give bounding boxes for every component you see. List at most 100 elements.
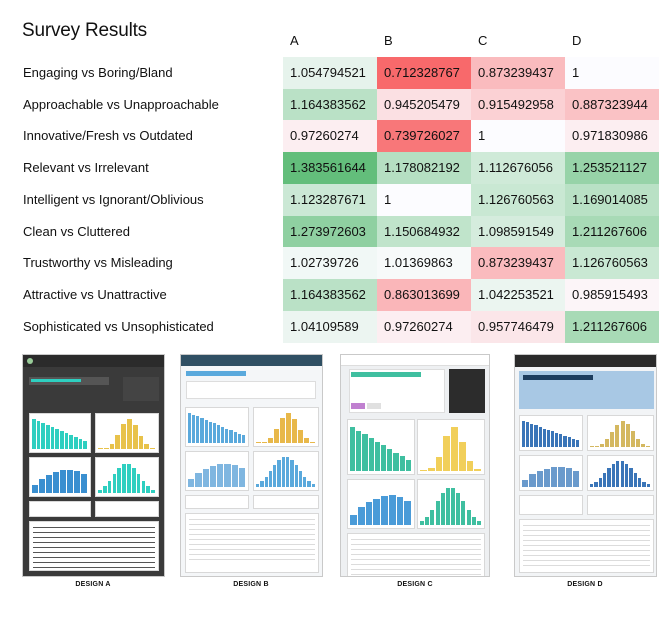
thumbnail-bar xyxy=(396,497,404,525)
thumbnail-bar xyxy=(233,432,237,443)
thumbnail-bar xyxy=(136,474,141,493)
thumbnail-table-line xyxy=(33,542,155,543)
thumbnail-bar xyxy=(290,460,294,487)
table-cell: 1.01369863 xyxy=(377,247,471,280)
thumbnail-bar xyxy=(224,464,231,487)
thumbnail-table-line xyxy=(351,574,481,575)
thumbnail-table-line xyxy=(189,529,315,530)
thumbnail-table-line xyxy=(351,544,481,545)
row-label: Relevant vs Irrelevant xyxy=(23,160,149,176)
table-cell: 1.211267606 xyxy=(565,215,659,248)
table-cell: 1.164383562 xyxy=(283,88,377,121)
thumbnail-bar xyxy=(458,442,466,471)
table-cell: 0.985915493 xyxy=(565,278,659,312)
thumbnail-bar xyxy=(624,464,629,487)
thumbnail-bar xyxy=(53,472,59,493)
thumbnail-bar xyxy=(610,432,615,447)
thumbnail-bar xyxy=(404,501,411,525)
thumbnail-bar xyxy=(362,434,368,471)
thumbnail-bar xyxy=(209,466,216,487)
thumbnail-bar xyxy=(229,430,233,443)
thumbnail-bar xyxy=(575,440,579,447)
table-cell: 0.971830986 xyxy=(565,120,659,153)
thumbnail-bar xyxy=(60,470,66,493)
table-cell: 1.126760563 xyxy=(565,247,659,280)
table-cell: 1.178082192 xyxy=(377,152,471,185)
thumbnail-bar xyxy=(103,448,109,449)
thumbnail-bar xyxy=(616,461,620,487)
thumbnail-bar xyxy=(32,485,38,493)
table-cell: 1.04109589 xyxy=(283,310,377,343)
thumbnail-bar xyxy=(645,446,650,447)
table-cell: 0.712328767 xyxy=(377,57,471,90)
thumbnail-bar xyxy=(471,517,476,525)
thumbnail-bar xyxy=(264,477,268,487)
thumbnail-bar xyxy=(640,444,645,447)
thumbnail-bar xyxy=(381,445,387,471)
row-label: Trustworthy vs Misleading xyxy=(23,255,173,271)
thumbnail-bar xyxy=(555,433,559,447)
thumbnail-bar xyxy=(36,421,41,449)
thumbnail-bar xyxy=(146,486,151,493)
thumbnail-bar xyxy=(607,468,611,487)
thumbnail-table-line xyxy=(189,549,315,550)
thumbnail-bar xyxy=(387,449,393,471)
thumbnail-bar xyxy=(373,499,380,525)
design-b-thumbnail xyxy=(180,354,323,577)
table-cell: 0.863013699 xyxy=(377,278,471,312)
thumbnail-bar xyxy=(565,468,572,487)
thumbnail-bar xyxy=(208,422,212,443)
table-cell: 0.97260274 xyxy=(377,310,471,343)
thumbnail-bar xyxy=(443,436,450,471)
table-cell: 0.945205479 xyxy=(377,88,471,121)
thumbnail-bar xyxy=(474,469,481,471)
thumbnail-bar xyxy=(356,431,362,471)
thumbnail-bar xyxy=(256,484,260,487)
row-label: Engaging vs Boring/Bland xyxy=(23,65,173,80)
thumbnail-bar xyxy=(456,493,461,525)
thumbnail-bar xyxy=(590,446,595,447)
thumbnail-table-line xyxy=(33,562,155,563)
table-cell: 0.97260274 xyxy=(283,120,377,153)
thumbnail-bar xyxy=(529,474,536,487)
column-header-d: D xyxy=(572,33,582,48)
row-label: Approachable vs Unapproachable xyxy=(23,96,219,112)
thumbnail-bar xyxy=(98,490,102,493)
table-cell: 1.126760563 xyxy=(471,183,565,216)
thumbnail-table-line xyxy=(33,547,155,548)
table-cell: 1.123287671 xyxy=(283,183,377,216)
thumbnail-bar xyxy=(571,439,575,447)
thumbnail-bar xyxy=(39,479,45,493)
thumbnail-bar xyxy=(388,495,396,525)
thumbnail-table-line xyxy=(523,535,650,536)
thumbnail-bar xyxy=(150,448,155,449)
thumbnail-bar xyxy=(74,471,80,493)
thumbnail-bar xyxy=(151,490,155,493)
table-cell: 1 xyxy=(471,120,565,153)
thumbnail-table-line xyxy=(351,569,481,570)
thumbnail-bar xyxy=(633,473,637,487)
thumbnail-bar xyxy=(67,470,73,493)
thumbnail-bar xyxy=(543,469,550,487)
thumbnail-table-line xyxy=(33,527,155,528)
thumbnail-table-line xyxy=(351,554,481,555)
thumbnail-bar xyxy=(572,471,579,487)
table-cell: 1.054794521 xyxy=(283,57,377,90)
table-cell: 0.873239437 xyxy=(471,57,565,90)
thumbnail-bar xyxy=(646,484,650,487)
thumbnail-bar xyxy=(435,501,440,525)
table-cell: 0.739726027 xyxy=(377,120,471,153)
thumbnail-table-line xyxy=(189,539,315,540)
table-cell: 0.887323944 xyxy=(565,88,659,121)
thumbnail-table-line xyxy=(189,534,315,535)
thumbnail-bar xyxy=(127,419,132,449)
thumbnail-bar xyxy=(238,468,245,487)
thumbnail-bar xyxy=(630,431,635,447)
thumbnail-bar xyxy=(256,442,261,443)
thumbnail-table-line xyxy=(33,532,155,533)
thumbnail-table-line xyxy=(523,530,650,531)
table-cell: 1.383561644 xyxy=(283,152,377,185)
thumbnail-bar xyxy=(115,435,121,449)
thumbnail-bar xyxy=(440,493,445,525)
design-a-thumbnail xyxy=(22,354,165,577)
